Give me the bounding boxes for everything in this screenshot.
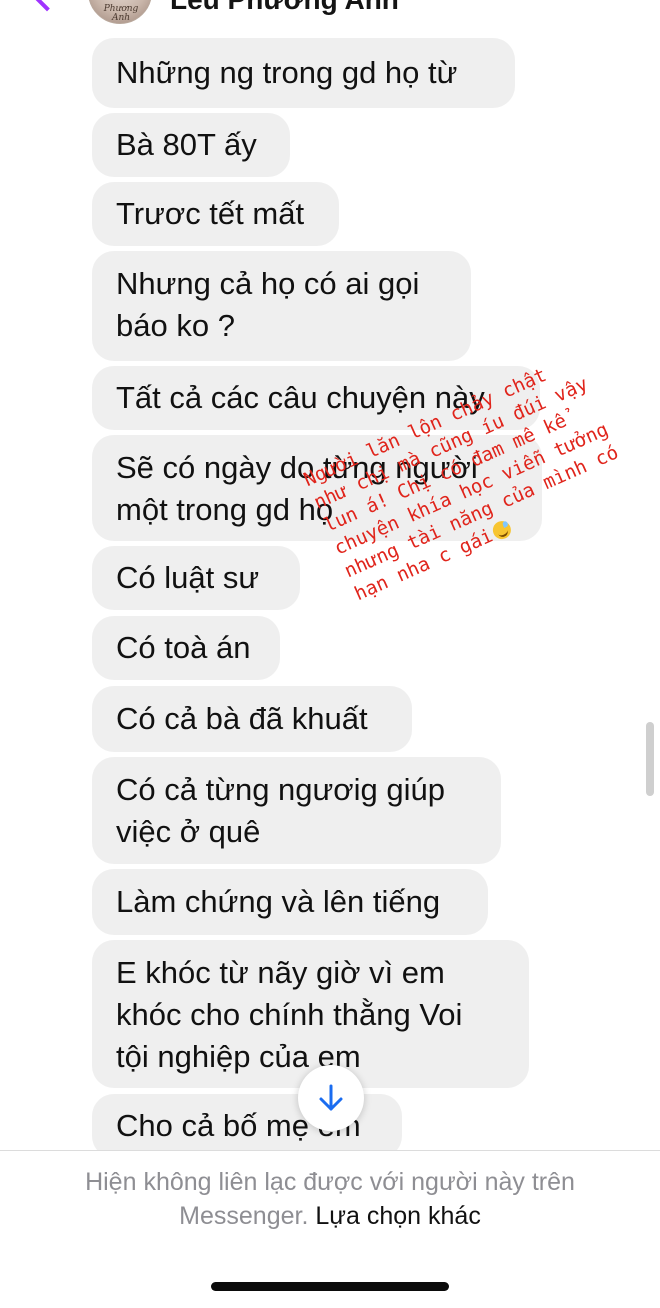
scrollbar-thumb[interactable] [646, 722, 654, 796]
message-bubble[interactable]: Có luật sư [92, 546, 300, 610]
message-text: Có cả bà đã khuất [116, 701, 368, 736]
scroll-to-bottom-button[interactable] [298, 1065, 364, 1131]
message-text: Bà 80T ấy [116, 127, 257, 162]
contact-name[interactable]: Lều Phương Anh [170, 0, 399, 16]
composer-unavailable-panel: Hiện không liên lạc được với người này t… [0, 1150, 660, 1308]
message-bubble[interactable]: E khóc từ nãy giờ vì em khóc cho chính t… [92, 940, 529, 1088]
other-options-link[interactable]: Lựa chọn khác [315, 1202, 480, 1230]
message-bubble[interactable]: Những ng trong gd họ từ [92, 38, 515, 108]
chat-header: Phương Anh Lều Phương Anh [0, 0, 660, 30]
notice-text-2: Messenger. [179, 1202, 309, 1230]
message-text: Nhưng cả họ có ai gọi báo ko ? [116, 266, 420, 343]
message-bubble[interactable]: Trươc tết mất [92, 182, 339, 246]
message-text: Những ng trong gd họ từ [116, 55, 458, 90]
message-text: Làm chứng và lên tiếng [116, 884, 441, 919]
message-bubble[interactable]: Có cả bà đã khuất [92, 686, 412, 752]
home-indicator[interactable] [211, 1282, 449, 1291]
message-text: Trươc tết mất [116, 196, 305, 231]
avatar-text: Phương Anh [103, 4, 139, 23]
message-bubble[interactable]: Làm chứng và lên tiếng [92, 869, 488, 935]
unavailable-notice: Hiện không liên lạc được với người này t… [0, 1165, 660, 1233]
message-text: Có toà án [116, 630, 251, 665]
arrow-down-icon [319, 1084, 343, 1111]
notice-line-2: Messenger. Lựa chọn khác [0, 1199, 660, 1233]
message-text: Có luật sư [116, 560, 260, 595]
back-chevron-icon[interactable] [28, 0, 66, 12]
avatar[interactable]: Phương Anh [88, 0, 152, 24]
message-bubble[interactable]: Có cả từng ngươig giúp việc ở quê [92, 757, 501, 864]
message-bubble[interactable]: Có toà án [92, 616, 280, 680]
notice-text: Hiện không liên lạc được với người này t… [85, 1168, 575, 1196]
message-bubble[interactable]: Nhưng cả họ có ai gọi báo ko ? [92, 251, 471, 361]
message-bubble[interactable]: Bà 80T ấy [92, 113, 290, 177]
message-text: Có cả từng ngươig giúp việc ở quê [116, 772, 445, 849]
message-text: E khóc từ nãy giờ vì em khóc cho chính t… [116, 955, 463, 1074]
